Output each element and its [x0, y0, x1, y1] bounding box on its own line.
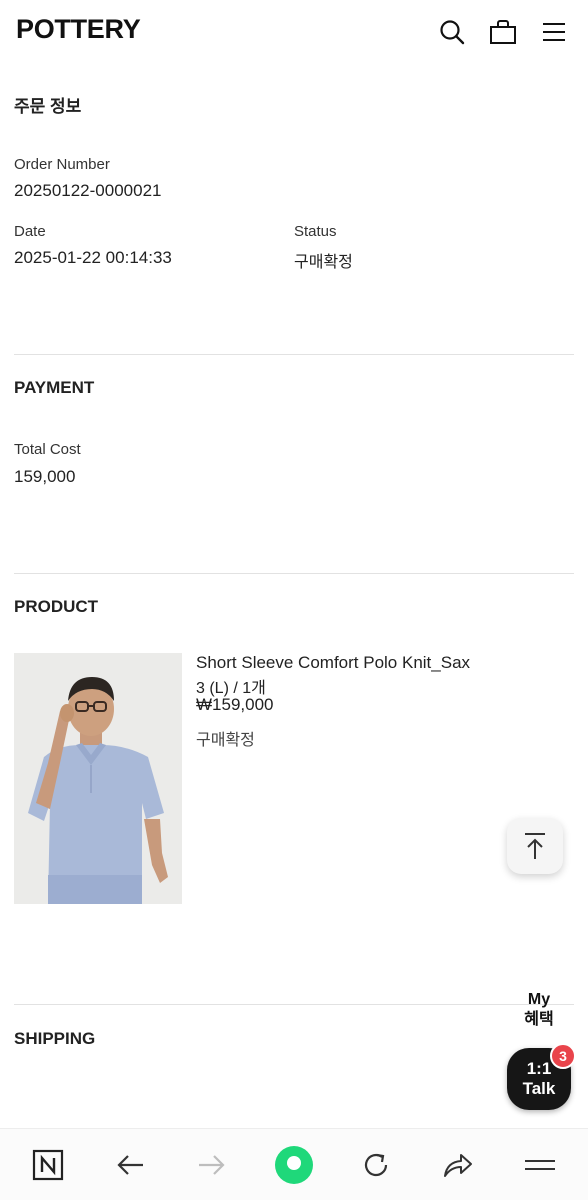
forward-arrow-icon[interactable]: [192, 1145, 232, 1185]
search-icon[interactable]: [436, 14, 468, 50]
product-title: PRODUCT: [14, 597, 99, 616]
status-label: Status: [294, 223, 337, 240]
status-value: 구매확정: [294, 254, 353, 271]
talk-line2: Talk: [522, 1079, 556, 1098]
share-icon[interactable]: [438, 1145, 478, 1185]
browser-toolbar: [0, 1128, 588, 1200]
green-dot-icon[interactable]: [272, 1145, 316, 1185]
scroll-to-top-button[interactable]: [507, 818, 563, 874]
product-status: 구매확정: [196, 732, 255, 749]
product-name[interactable]: Short Sleeve Comfort Polo Knit_Sax: [196, 653, 470, 673]
my-benefit-line2: 혜택: [524, 1011, 554, 1028]
order-info-title: 주문 정보: [14, 97, 82, 116]
talk-notification-badge: 3: [550, 1043, 576, 1069]
divider: [14, 573, 574, 574]
divider: [14, 354, 574, 355]
browser-menu-icon[interactable]: [520, 1145, 560, 1185]
product-image[interactable]: [14, 653, 182, 904]
order-number-label: Order Number: [14, 156, 110, 173]
my-benefit-line1: My: [527, 991, 551, 1008]
shipping-title: SHIPPING: [14, 1029, 96, 1048]
divider: [14, 1004, 574, 1005]
site-header: POTTERY: [0, 0, 588, 64]
site-logo[interactable]: POTTERY: [16, 14, 141, 45]
date-value: 2025-01-22 00:14:33: [14, 248, 172, 267]
order-number-value: 20250122-0000021: [14, 181, 162, 200]
my-benefit-button[interactable]: My 혜택: [508, 990, 570, 1030]
refresh-icon[interactable]: [356, 1145, 396, 1185]
talk-line1: 1:1: [526, 1059, 552, 1078]
naver-home-icon[interactable]: [28, 1145, 68, 1185]
total-cost-value: 159,000: [14, 467, 76, 486]
hamburger-menu-icon[interactable]: [538, 14, 570, 50]
shopping-bag-icon[interactable]: [487, 14, 519, 50]
date-label: Date: [14, 223, 46, 240]
total-cost-label: Total Cost: [14, 441, 81, 458]
arrow-up-icon: [525, 833, 545, 859]
payment-title: PAYMENT: [14, 378, 95, 397]
product-price: ₩159,000: [196, 695, 274, 714]
back-arrow-icon[interactable]: [110, 1145, 150, 1185]
